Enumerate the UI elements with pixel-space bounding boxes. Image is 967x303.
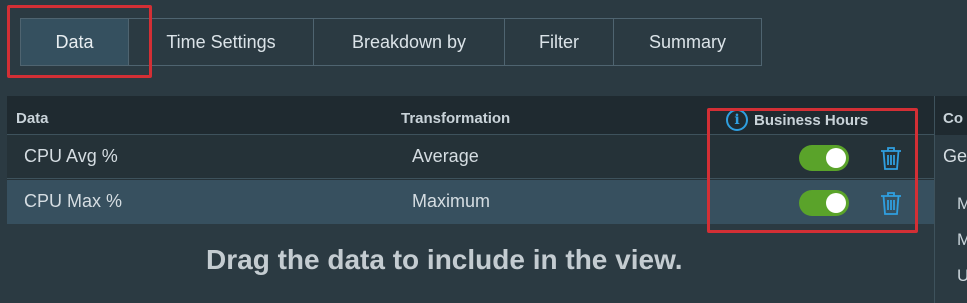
business-hours-toggle[interactable] <box>799 190 849 216</box>
table-row[interactable]: CPU Max % Maximum <box>7 180 934 224</box>
right-panel-item[interactable]: M <box>957 194 967 214</box>
transformation-cell[interactable]: Average <box>412 146 479 167</box>
data-cell: CPU Max % <box>24 191 123 211</box>
tab-breakdown-by[interactable]: Breakdown by <box>314 18 505 66</box>
tab-summary[interactable]: Summary <box>614 18 762 66</box>
right-panel: Co Ge M M U <box>934 96 967 303</box>
tab-time-settings[interactable]: Time Settings <box>129 18 314 66</box>
right-panel-header: Co <box>935 96 967 135</box>
info-icon[interactable]: i <box>726 109 748 131</box>
data-cell: CPU Avg % <box>24 146 118 166</box>
right-panel-value[interactable]: Ge <box>943 146 967 167</box>
toggle-knob <box>826 148 846 168</box>
right-panel-item[interactable]: M <box>957 230 967 250</box>
transformation-cell[interactable]: Maximum <box>412 191 490 212</box>
right-panel-header-label: Co <box>943 110 963 127</box>
tab-bar: Data Time Settings Breakdown by Filter S… <box>20 18 762 66</box>
tab-data[interactable]: Data <box>20 18 129 66</box>
drag-drop-hint: Drag the data to include in the view. <box>206 244 683 275</box>
trash-icon[interactable] <box>880 191 902 215</box>
column-header-data: Data <box>16 110 49 127</box>
table-header: Data Transformation i Business Hours <box>7 96 934 135</box>
table-row[interactable]: CPU Avg % Average <box>7 135 934 179</box>
tab-filter[interactable]: Filter <box>505 18 614 66</box>
business-hours-label: Business Hours <box>754 111 869 129</box>
toggle-knob <box>826 193 846 213</box>
column-header-business-hours: i Business Hours <box>726 109 868 131</box>
trash-icon[interactable] <box>880 146 902 170</box>
right-panel-item[interactable]: U <box>957 266 967 286</box>
data-table: Data Transformation i Business Hours CPU… <box>7 96 934 224</box>
business-hours-toggle[interactable] <box>799 145 849 171</box>
column-header-transformation: Transformation <box>401 110 511 127</box>
